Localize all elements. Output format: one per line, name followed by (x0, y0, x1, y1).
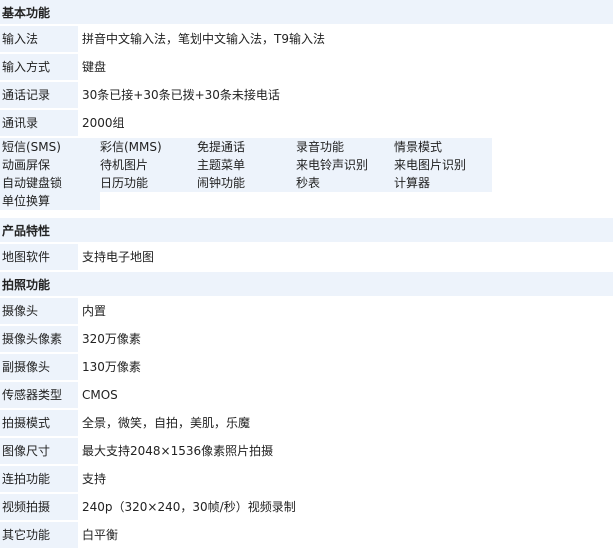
spec-value: 支持电子地图 (82, 250, 155, 264)
spec-value: 30条已接+30条已拨+30条未接电话 (82, 88, 280, 102)
feature-item: 情景模式 (394, 140, 443, 154)
spec-key: 副摄像头 (0, 354, 78, 380)
spec-key: 输入方式 (0, 54, 78, 80)
spec-value: 2000组 (82, 116, 125, 130)
spec-value: 支持 (82, 472, 107, 486)
spec-value: CMOS (82, 388, 118, 402)
spec-key: 输入法 (0, 26, 78, 52)
spec-value: 全景，微笑，自拍，美肌，乐魔 (82, 416, 251, 430)
spec-key: 连拍功能 (0, 466, 78, 492)
feature-grid: 短信(SMS) 彩信(MMS) 免提通话 录音功能 情景模式 动画屏保 待机图片… (0, 138, 613, 218)
feature-item: 单位换算 (2, 194, 51, 208)
spec-table: 基本功能 输入法 拼音中文输入法，笔划中文输入法，T9输入法 输入方式 键盘 通… (0, 0, 613, 550)
spec-key: 摄像头 (0, 298, 78, 324)
spec-value: 240p（320×240，30帧/秒）视频录制 (82, 500, 296, 514)
spec-value: 320万像素 (82, 332, 141, 346)
spec-key: 地图软件 (0, 244, 78, 270)
spec-row: 地图软件 支持电子地图 (0, 244, 613, 272)
spec-value: 最大支持2048×1536像素照片拍摄 (82, 444, 274, 458)
spec-row: 传感器类型 CMOS (0, 382, 613, 410)
feature-item: 闹钟功能 (197, 176, 246, 190)
spec-key: 图像尺寸 (0, 438, 78, 464)
feature-item: 秒表 (296, 176, 321, 190)
spec-value: 内置 (82, 304, 107, 318)
feature-item: 主题菜单 (197, 158, 246, 172)
spec-key: 拍摄模式 (0, 410, 78, 436)
spec-row: 其它功能 白平衡 (0, 522, 613, 550)
feature-item: 日历功能 (100, 176, 149, 190)
feature-item: 来电图片识别 (394, 158, 467, 172)
feature-item: 动画屏保 (2, 158, 51, 172)
spec-value: 键盘 (82, 60, 107, 74)
spec-key: 通话记录 (0, 82, 78, 108)
spec-row: 副摄像头 130万像素 (0, 354, 613, 382)
feature-item: 短信(SMS) (2, 140, 61, 154)
spec-key: 通讯录 (0, 110, 78, 136)
feature-item: 来电铃声识别 (296, 158, 369, 172)
spec-row: 通话记录 30条已接+30条已拨+30条未接电话 (0, 82, 613, 110)
spec-key: 摄像头像素 (0, 326, 78, 352)
spec-value: 白平衡 (82, 528, 119, 542)
spec-row: 摄像头像素 320万像素 (0, 326, 613, 354)
feature-item: 自动键盘锁 (2, 176, 63, 190)
spec-row: 输入方式 键盘 (0, 54, 613, 82)
feature-item: 免提通话 (197, 140, 246, 154)
spec-row: 视频拍摄 240p（320×240，30帧/秒）视频录制 (0, 494, 613, 522)
spec-key: 传感器类型 (0, 382, 78, 408)
spec-key: 其它功能 (0, 522, 78, 548)
feature-item: 计算器 (394, 176, 431, 190)
feature-item: 录音功能 (296, 140, 345, 154)
spec-value: 拼音中文输入法，笔划中文输入法，T9输入法 (82, 32, 325, 46)
spec-row: 通讯录 2000组 (0, 110, 613, 138)
section-camera-title: 拍照功能 (0, 272, 613, 298)
spec-row: 图像尺寸 最大支持2048×1536像素照片拍摄 (0, 438, 613, 466)
spec-key: 视频拍摄 (0, 494, 78, 520)
feature-item: 待机图片 (100, 158, 149, 172)
spec-row: 拍摄模式 全景，微笑，自拍，美肌，乐魔 (0, 410, 613, 438)
spec-value: 130万像素 (82, 360, 141, 374)
section-product-title: 产品特性 (0, 218, 613, 244)
section-basic-title: 基本功能 (0, 0, 613, 26)
spec-row: 摄像头 内置 (0, 298, 613, 326)
spec-row: 输入法 拼音中文输入法，笔划中文输入法，T9输入法 (0, 26, 613, 54)
spec-row: 连拍功能 支持 (0, 466, 613, 494)
feature-item: 彩信(MMS) (100, 140, 162, 154)
